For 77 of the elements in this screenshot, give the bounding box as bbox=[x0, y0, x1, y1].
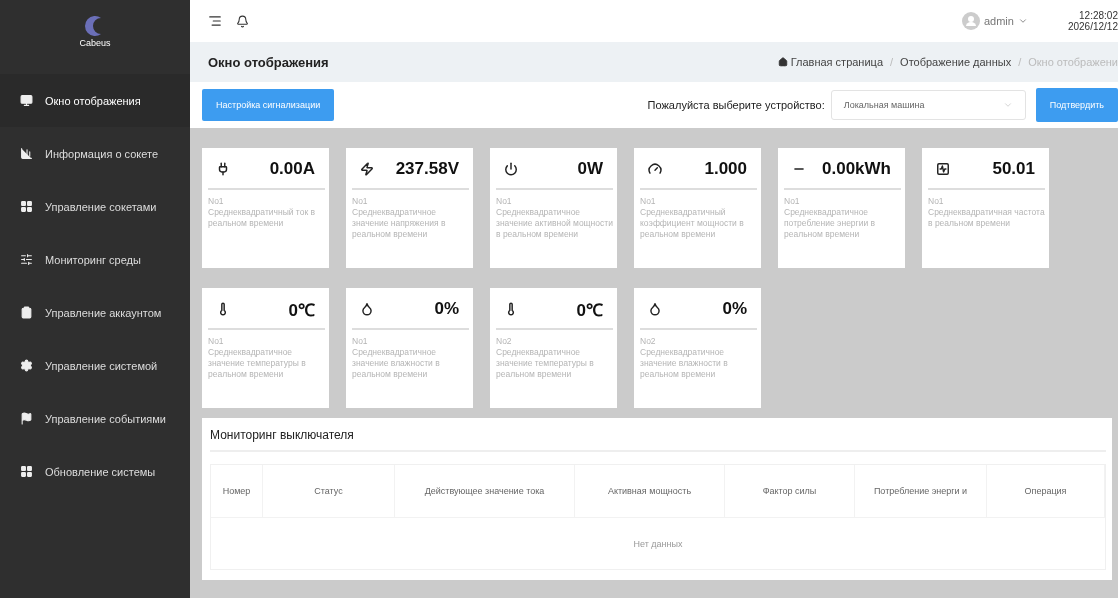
breadcrumb-link[interactable]: Отображение данных bbox=[900, 56, 1012, 68]
sensor-number: No1 bbox=[352, 196, 369, 207]
metric-description: Среднеквадратичное значение температуры в реальном времени bbox=[496, 347, 595, 380]
metric-description: Среднеквадратичное значение активной мощности в реальном времени bbox=[496, 207, 613, 240]
time-text: 12:28:02 bbox=[1079, 10, 1118, 21]
bell-icon[interactable] bbox=[236, 14, 249, 28]
panel-title: Мониторинг выключателя bbox=[210, 428, 1106, 452]
chevron-down-icon bbox=[1002, 100, 1013, 110]
page-title: Окно отображения bbox=[208, 54, 330, 70]
date-text: 2026/12/12 bbox=[1067, 21, 1118, 32]
sidebar-item[interactable]: Обновление системы bbox=[0, 445, 190, 498]
flag-icon bbox=[20, 412, 33, 425]
droplet-icon bbox=[648, 302, 662, 316]
metric-value: 0% bbox=[434, 299, 459, 319]
lightning-icon bbox=[360, 162, 374, 176]
column-header: Статус bbox=[263, 465, 395, 517]
metric-description: Среднеквадратичное потребление энергии в реальном времени bbox=[784, 207, 877, 240]
column-header: Номер bbox=[211, 465, 263, 517]
column-header: Потребление энерги и bbox=[855, 465, 987, 517]
metric-value: 0℃ bbox=[288, 299, 315, 321]
breadcrumb-separator: / bbox=[890, 56, 894, 68]
metric-value: 0% bbox=[722, 299, 747, 319]
droplet-icon bbox=[360, 302, 374, 316]
metric-value: 0W bbox=[577, 159, 603, 179]
sensor-number: No2 bbox=[496, 336, 513, 347]
device-select[interactable]: Локальная машина bbox=[830, 90, 1026, 120]
plug-icon bbox=[216, 162, 230, 176]
avatar-icon bbox=[961, 12, 980, 30]
metric-value: 50.01 bbox=[992, 159, 1035, 179]
pulse-icon bbox=[936, 162, 950, 176]
sensor-number: No1 bbox=[640, 196, 657, 207]
logo-text: Cabeus bbox=[79, 38, 111, 48]
chevron-down-icon bbox=[1017, 16, 1028, 26]
sidebar-item[interactable]: Управление сокетами bbox=[0, 180, 190, 233]
menu-icon[interactable] bbox=[208, 14, 222, 28]
sensor-number: No1 bbox=[208, 336, 225, 347]
breadcrumb-link[interactable]: Главная страница bbox=[790, 56, 883, 68]
power-icon bbox=[504, 162, 518, 176]
gauge-icon bbox=[648, 162, 662, 176]
device-label: Пожалуйста выберите устройство: bbox=[647, 99, 825, 111]
grid-icon bbox=[20, 200, 33, 213]
metric-description: Среднеквадратичное значение влажности в реальном времени bbox=[352, 347, 441, 380]
column-header: Операция bbox=[987, 465, 1105, 517]
sidebar-item[interactable]: Управление событиями bbox=[0, 392, 190, 445]
sidebar-item[interactable]: Мониторинг среды bbox=[0, 233, 190, 286]
monitor-icon bbox=[20, 94, 33, 107]
settings-icon bbox=[20, 359, 33, 372]
column-header: Активная мощность bbox=[575, 465, 725, 517]
breadcrumb-separator: / bbox=[1018, 56, 1022, 68]
sidebar-item[interactable]: Информация о сокете bbox=[0, 127, 190, 180]
metric-description: Среднеквадратичный ток в реальном времени bbox=[208, 207, 316, 229]
sensor-number: No2 bbox=[640, 336, 657, 347]
sidebar-item[interactable]: Управление системой bbox=[0, 339, 190, 392]
home-icon bbox=[777, 57, 788, 67]
user-menu[interactable]: admin bbox=[961, 12, 1028, 30]
metric-description: Среднеквадратичная частота в реальном времени bbox=[928, 207, 1045, 229]
sliders-icon bbox=[20, 253, 33, 266]
sensor-number: No1 bbox=[352, 336, 369, 347]
sensor-number: No1 bbox=[208, 196, 225, 207]
sensor-number: No1 bbox=[928, 196, 945, 207]
metric-value: 1.000 bbox=[704, 159, 747, 179]
sensor-number: No1 bbox=[496, 196, 513, 207]
metric-value: 0.00A bbox=[269, 159, 315, 179]
sidebar-item[interactable]: Управление аккаунтом bbox=[0, 286, 190, 339]
metric-description: Среднеквадратичное значение температуры в реальном времени bbox=[208, 347, 307, 380]
grid-icon bbox=[20, 465, 33, 478]
sensor-number: No1 bbox=[784, 196, 801, 207]
empty-text: Нет данных bbox=[211, 517, 1105, 569]
metric-description: Среднеквадратичное значение влажности в реальном времени bbox=[640, 347, 729, 380]
metric-description: Среднеквадратичный коэффициент мощности в реальном времени bbox=[640, 207, 745, 240]
metric-description: Среднеквадратичное значение напряжения в реальном времени bbox=[352, 207, 447, 240]
sidebar-item[interactable]: Окно отображения bbox=[0, 74, 190, 127]
column-header: Фактор силы bbox=[725, 465, 855, 517]
column-header: Действующее значение тока bbox=[395, 465, 575, 517]
metric-value: 237.58V bbox=[395, 159, 459, 179]
metric-value: 0.00kWh bbox=[822, 159, 891, 179]
metric-value: 0℃ bbox=[576, 299, 603, 321]
